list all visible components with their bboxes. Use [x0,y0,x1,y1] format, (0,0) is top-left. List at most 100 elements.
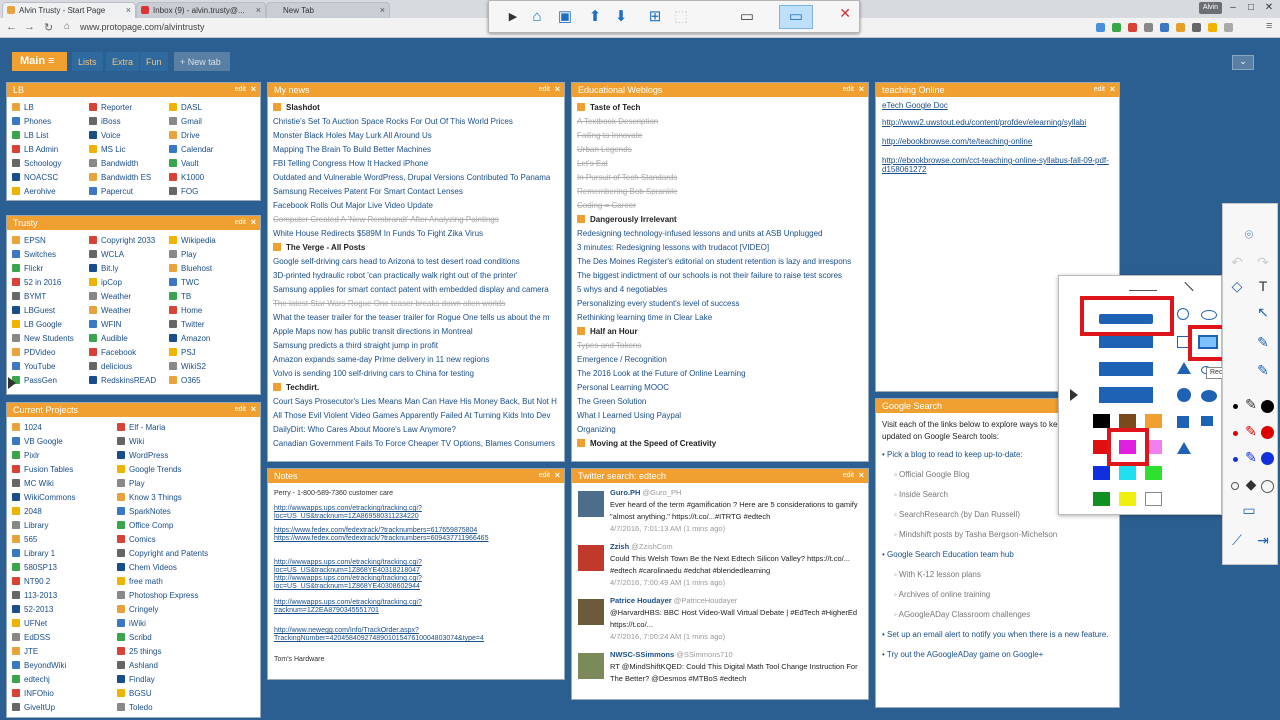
close-icon[interactable]: × [251,217,256,227]
bookmark-link[interactable]: BGSU [117,689,152,698]
feed-source-title[interactable]: Techdirt. [273,381,559,395]
bookmark-link[interactable]: NOACSC [12,173,58,182]
bookmark-link[interactable]: WFIN [89,320,121,329]
bookmark-link[interactable]: BYMT [12,292,46,301]
pen-size-small-icon[interactable] [1233,431,1238,436]
play-icon[interactable]: ▶ [503,7,523,27]
edit-link[interactable]: edit [843,86,854,93]
news-item-link[interactable]: Canadian Government Fails To Force Cheap… [273,437,559,451]
bookmark-link[interactable]: Elf - Maria [117,423,165,432]
bookmark-link[interactable]: SparkNotes [117,507,171,516]
link[interactable]: https://www.fedex.com/fedextrack/?trackn… [274,535,558,543]
rectangle-tool-icon[interactable] [1198,335,1218,349]
square-filled-shape[interactable] [1201,416,1213,426]
close-icon[interactable]: × [251,84,256,94]
color-dark-green[interactable] [1093,492,1110,506]
news-item-link[interactable]: Failing to Innovate [577,129,863,143]
bookmark-link[interactable]: DASL [169,103,202,112]
notes-body[interactable]: Perry - 1-800-589-7360 customer care htt… [268,483,564,679]
news-item-link[interactable]: Types and Tokens [577,339,863,353]
close-icon[interactable]: × [555,84,560,94]
bookmark-link[interactable]: Bandwidth ES [89,173,151,182]
bookmark-link[interactable]: edtechj [12,675,50,684]
bookmark-link[interactable]: Know 3 Things [117,493,182,502]
home-icon[interactable]: ⌂ [527,7,547,27]
tweet-handle[interactable]: @Guro_PH [643,488,682,497]
bookmark-link[interactable]: Schoology [12,159,61,168]
color-yellow[interactable] [1119,492,1136,506]
tab-lists[interactable]: Lists [72,52,103,71]
color-blue[interactable] [1093,466,1110,480]
bookmark-link[interactable]: EdDSS [12,633,50,642]
news-item-link[interactable]: Urban Legends [577,143,863,157]
close-icon[interactable]: × [859,84,864,94]
news-item-link[interactable]: Google self-driving cars head to Arizona… [273,255,559,269]
pen-icon[interactable]: ✎ [1241,396,1261,413]
triangle-filled-shape[interactable] [1177,442,1191,454]
news-item-link[interactable]: Mapping The Brain To Build Better Machin… [273,143,559,157]
news-item-link[interactable]: FBI Telling Congress How It Hacked iPhon… [273,157,559,171]
link[interactable]: http://ebookbrowse.com/te/teaching-onlin… [882,137,1113,146]
news-item-link[interactable]: 3 minutes: Redesigning lessons with trud… [577,241,863,255]
pen-size-large-icon[interactable] [1261,426,1274,439]
bookmark-link[interactable]: Copyright 2033 [89,236,155,245]
bookmark-link[interactable]: iBoss [89,117,121,126]
maximize-icon[interactable]: □ [1242,0,1260,16]
news-item-link[interactable]: The Des Moines Register's editorial on s… [577,255,863,269]
list-item[interactable]: • Set up an email alert to notify you wh… [882,629,1113,640]
bookmark-link[interactable]: LB [12,103,34,112]
news-item-link[interactable]: In Pursuit of Tech Standards [577,171,863,185]
color-black[interactable] [1093,414,1110,428]
news-item-link[interactable]: Amazon expands same-day Prime delivery i… [273,353,559,367]
bookmark-link[interactable]: Pixlr [12,451,40,460]
shapes-icon[interactable]: ◇ [1227,278,1247,295]
bookmark-link[interactable]: WikiCommons [12,493,76,502]
bookmark-link[interactable]: YouTube [12,362,55,371]
bookmark-link[interactable]: Play [117,479,145,488]
bookmark-link[interactable]: Bit.ly [89,264,118,273]
rectangle-filled-shape[interactable] [1099,336,1153,348]
bookmark-link[interactable]: Photoshop Express [117,591,198,600]
news-item-link[interactable]: Remembering Bob Sprankle [577,185,863,199]
link[interactable]: http://wwwapps.ups.com/etracking/trackin… [274,599,449,615]
extension-icon[interactable] [1224,23,1233,32]
browser-tab-inbox[interactable]: Inbox (9) - alvin.trusty@... × [136,2,266,18]
sub-link[interactable]: ◦ Mindshift posts by Tasha Bergson-Miche… [882,529,1113,540]
news-item-link[interactable]: Computer Created A 'New Rembrandt' After… [273,213,559,227]
bookmark-link[interactable]: Phones [12,117,51,126]
news-item-link[interactable]: Redesigning technology-infused lessons a… [577,227,863,241]
bookmark-link[interactable]: 113-2013 [12,591,57,600]
bookmark-link[interactable]: GiveItUp [12,703,55,712]
ellipse-outline-shape[interactable] [1201,310,1217,320]
bookmark-link[interactable]: WCLA [89,250,124,259]
color-cyan[interactable] [1119,466,1136,480]
reload-icon[interactable]: ↻ [44,21,53,34]
down-arrow-icon[interactable]: ⬇ [611,7,631,27]
bookmark-link[interactable]: Comics [117,535,156,544]
menu-icon[interactable]: ≡ [1266,20,1272,32]
circle-outline-shape[interactable] [1177,308,1189,320]
news-item-link[interactable]: Court Says Prosecutor's Lies Means Man C… [273,395,559,409]
news-item-link[interactable]: Emergence / Recognition [577,353,863,367]
bookmark-link[interactable]: RedskinsREAD [89,376,156,385]
tweet-handle[interactable]: @ZzishCom [631,542,672,551]
news-item-link[interactable]: Personalizing every student's level of s… [577,297,863,311]
news-item-link[interactable]: Coding = Career [577,199,863,213]
pen-size-large-icon[interactable] [1261,400,1274,413]
news-item-link[interactable]: Personal Learning MOOC [577,381,863,395]
tweet-handle[interactable]: @SSimmons710 [676,650,732,659]
eraser-icon[interactable]: ◆ [1241,476,1261,493]
bookmark-link[interactable]: Google Trends [117,465,181,474]
pen-icon[interactable]: ✎ [1241,423,1261,440]
news-item-link[interactable]: Samsung Receives Patent For Smart Contac… [273,185,559,199]
tweet-author[interactable]: Patrice Houdayer [610,596,674,605]
bookmark-link[interactable]: Vault [169,159,199,168]
undo-icon[interactable]: ↶ [1227,254,1247,271]
tab-fun[interactable]: Fun [140,52,168,71]
bookmark-link[interactable]: Toledo [117,703,153,712]
bookmark-link[interactable]: TWC [169,278,199,287]
browser-tab-start-page[interactable]: Alvin Trusty - Start Page × [2,2,136,18]
edit-link[interactable]: edit [235,406,246,413]
close-icon[interactable]: × [256,5,261,15]
save-icon[interactable]: ▣ [555,7,575,27]
